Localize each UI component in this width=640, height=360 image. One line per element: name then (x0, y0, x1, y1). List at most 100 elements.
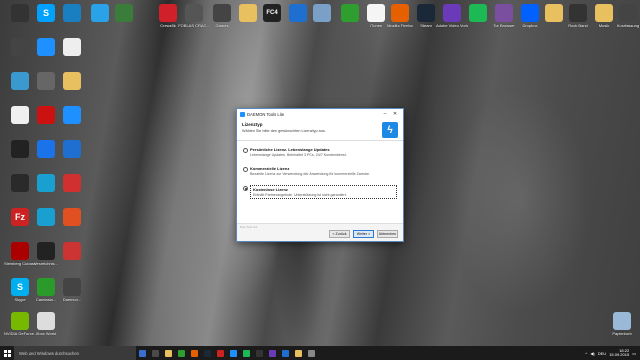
next-button[interactable]: Weiter > (353, 230, 374, 238)
app-icon (11, 38, 29, 56)
desktop-icon[interactable] (56, 106, 88, 125)
start-button[interactable] (0, 346, 14, 360)
dialog-titlebar: DAEMON Tools Lite – ✕ (237, 109, 403, 119)
app-glyph (139, 349, 146, 357)
app-icon: S (37, 4, 55, 22)
chevron-up-icon[interactable]: ^ (585, 351, 587, 356)
app-icon (37, 140, 55, 158)
app-icon (37, 106, 55, 124)
taskbar-app-icon[interactable] (201, 346, 214, 360)
desktop-icon[interactable]: Kurzfassung (612, 4, 640, 28)
app-icon (11, 242, 29, 260)
option-commercial-desc: Bezahlte Lizenz zur Verwendung der Anwen… (250, 172, 371, 176)
daemon-tools-icon (240, 111, 245, 117)
app-glyph (243, 349, 250, 357)
clock[interactable]: 18:22 15.09.2015 (609, 348, 630, 358)
minimize-icon[interactable]: – (380, 111, 390, 117)
app-icon (213, 4, 231, 22)
taskbar-app-icon[interactable] (149, 346, 162, 360)
taskbar-app-icon[interactable] (240, 346, 253, 360)
radio-free[interactable] (243, 185, 248, 191)
taskbar-search[interactable]: Web und Windows durchsuchen (14, 346, 136, 360)
app-icon (63, 140, 81, 158)
app-icon (11, 174, 29, 192)
app-icon (185, 4, 203, 22)
desktop-icon[interactable] (56, 72, 88, 91)
cancel-button[interactable]: Abbrechen (377, 230, 398, 238)
app-glyph (217, 349, 224, 357)
app-icon (63, 106, 81, 124)
app-glyph (230, 349, 237, 357)
desktop-icon-label: Adobe Video Vorlage 2015 (436, 23, 468, 28)
taskbar-app-icon[interactable] (305, 346, 318, 360)
app-icon (63, 174, 81, 192)
taskbar-app-icon[interactable] (136, 346, 149, 360)
taskbar-app-icon[interactable] (188, 346, 201, 360)
app-icon (37, 242, 55, 260)
desktop-icon-label: Verzeichnis... (34, 261, 58, 266)
option-free[interactable]: Kostenlose Lizenz Enthält Partnerangebot… (243, 185, 397, 199)
app-icon (37, 208, 55, 226)
radio-personal[interactable] (243, 147, 248, 153)
footer-brand: Disc Soft Ltd. (240, 225, 258, 229)
app-icon (37, 312, 55, 330)
app-icon (341, 4, 359, 22)
app-glyph (295, 349, 302, 357)
app-icon (37, 72, 55, 90)
taskbar-app-icon[interactable] (253, 346, 266, 360)
language-indicator[interactable]: DEU (598, 351, 606, 356)
header-subtitle: Wählen Sie bitte den gewünschten Lizenzt… (242, 129, 326, 133)
app-icon (63, 242, 81, 260)
app-glyph (308, 349, 315, 357)
app-icon (289, 4, 307, 22)
taskbar-app-icon[interactable] (175, 346, 188, 360)
app-glyph (165, 349, 172, 357)
desktop-icon[interactable] (108, 4, 140, 23)
option-personal-title: Persönliche Lizenz. Lebenslange Updates (250, 147, 330, 152)
option-commercial[interactable]: Kommerzielle Lizenz Bezahlte Lizenz zur … (243, 166, 397, 176)
desktop-icon[interactable] (56, 174, 88, 193)
desktop-icon-label: Dropbox (522, 23, 538, 28)
windows-logo-icon (3, 349, 11, 357)
desktop-icon-label: Games (215, 23, 229, 28)
app-icon (115, 4, 133, 22)
close-icon[interactable]: ✕ (390, 111, 400, 117)
clock-date: 15.09.2015 (609, 352, 630, 357)
app-icon: FC4 (263, 4, 281, 22)
app-icon (619, 4, 637, 22)
app-icon (11, 4, 29, 22)
app-icon (37, 278, 55, 296)
header-title: Lizenztyp (242, 122, 263, 127)
volume-icon[interactable]: ◀) (590, 351, 594, 356)
desktop-icon[interactable]: Papierkorb (606, 312, 638, 336)
app-icon (545, 4, 563, 22)
app-icon (391, 4, 409, 22)
taskbar-app-icon[interactable] (227, 346, 240, 360)
notifications-icon[interactable]: ▭ (632, 351, 636, 356)
desktop-icon[interactable] (56, 38, 88, 57)
app-glyph (269, 349, 276, 357)
taskbar-app-icon[interactable] (266, 346, 279, 360)
app-icon (417, 4, 435, 22)
app-icon (367, 4, 385, 22)
app-icon (239, 4, 257, 22)
app-icon (11, 312, 29, 330)
taskbar-app-icon[interactable] (162, 346, 175, 360)
desktop-icon[interactable]: Xbox World (30, 312, 62, 336)
taskbar-app-icon[interactable] (214, 346, 227, 360)
system-tray: ^ ◀) DEU 18:22 15.09.2015 ▭ (585, 348, 640, 358)
option-free-desc: Enthält Partnerangebote. Unterstützung i… (253, 193, 347, 197)
app-icon: Fz (11, 208, 29, 226)
option-personal[interactable]: Persönliche Lizenz. Lebenslange Updates … (243, 147, 397, 157)
taskbar-app-icon[interactable] (292, 346, 305, 360)
taskbar-app-icon[interactable] (279, 346, 292, 360)
app-icon (613, 312, 631, 330)
desktop-icon[interactable] (56, 140, 88, 159)
desktop-icon[interactable] (56, 208, 88, 227)
back-button[interactable]: < Zurück (329, 230, 350, 238)
desktop-icon[interactable] (56, 242, 88, 261)
license-options: Persönliche Lizenz. Lebenslange Updates … (237, 141, 403, 199)
desktop-icon[interactable]: Daemon... (56, 278, 88, 302)
desktop-icon-label: Daemon... (62, 297, 82, 302)
radio-commercial[interactable] (243, 166, 248, 172)
